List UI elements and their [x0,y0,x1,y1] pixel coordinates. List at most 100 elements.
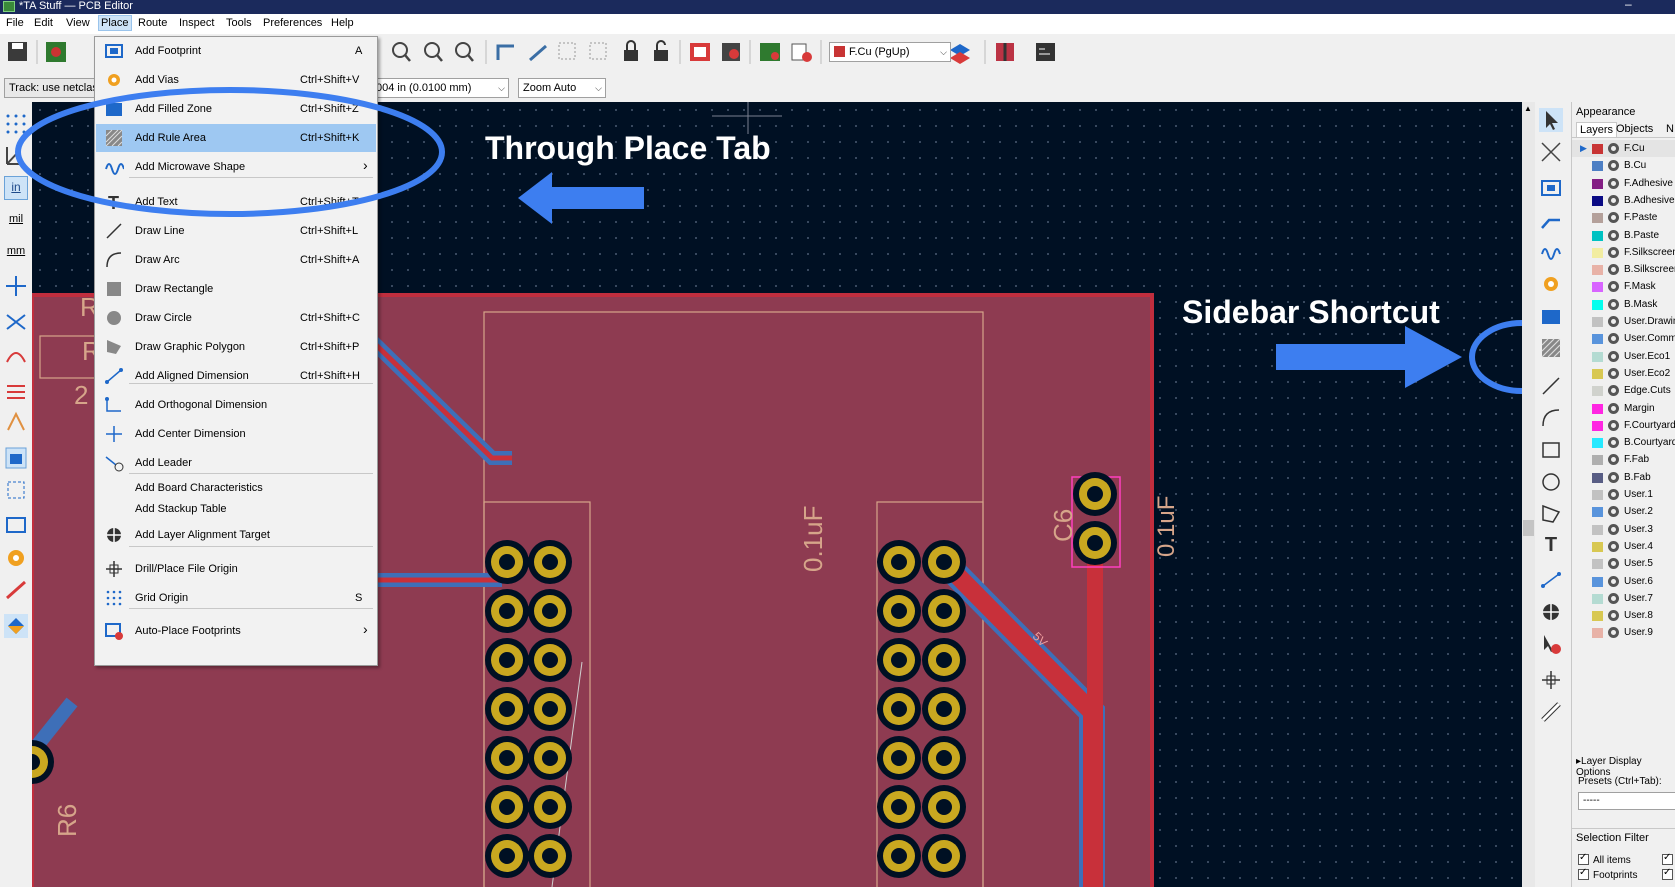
layer-row-user-drawings[interactable]: User.Drawings [1572,313,1675,330]
layer-color-swatch[interactable] [1592,161,1603,172]
layer-row-f-paste[interactable]: F.Paste [1572,209,1675,226]
minimize-button[interactable]: – [1625,0,1632,10]
eye-icon[interactable] [1608,523,1619,535]
presets-select[interactable]: ----- [1578,792,1675,810]
eye-icon[interactable] [1608,454,1619,466]
layer-row-b-mask[interactable]: B.Mask [1572,296,1675,313]
drill-origin-icon[interactable] [1539,668,1563,692]
eye-icon[interactable] [1608,610,1619,622]
menu-item-add-center-dimension[interactable]: Add Center Dimension [96,420,376,448]
layer-color-swatch[interactable] [1592,611,1603,622]
rule-area-icon[interactable] [1539,336,1563,360]
layer-color-swatch[interactable] [1592,576,1603,587]
eye-icon[interactable] [1608,194,1619,206]
appearance-toggle-icon[interactable] [4,614,28,638]
menu-item-add-rule-area[interactable]: Add Rule Area Ctrl+Shift+K [96,124,376,152]
draw-polygon-icon[interactable] [1539,502,1563,526]
menu-preferences[interactable]: Preferences [263,17,322,29]
track-display-icon[interactable] [4,578,28,602]
layer-pair-icon[interactable] [950,44,970,64]
layer-row-user-6[interactable]: User.6 [1572,573,1675,590]
draw-line-icon[interactable] [1539,374,1563,398]
layer-row-b-silkscreen[interactable]: B.Silkscreen [1572,261,1675,278]
layer-row-f-fab[interactable]: F.Fab [1572,451,1675,468]
layer-color-swatch[interactable] [1592,282,1603,293]
tab-objects[interactable]: Objects [1616,123,1653,135]
zoom-out-icon[interactable] [424,42,443,62]
menu-item-add-orthogonal-dimension[interactable]: Add Orthogonal Dimension [96,391,376,419]
highlight-net-icon[interactable] [1539,140,1563,164]
layer-row-f-mask[interactable]: F.Mask [1572,278,1675,295]
draw-circle-icon[interactable] [1539,470,1563,494]
rotate-ccw-icon[interactable] [496,44,514,60]
eye-icon[interactable] [1608,212,1619,224]
tab-nets[interactable]: N [1666,123,1674,135]
layer-color-swatch[interactable] [1592,299,1603,310]
layer-row-user-4[interactable]: User.4 [1572,538,1675,555]
menu-item-add-footprint[interactable]: Add Footprint A [96,37,376,65]
filter-footprints[interactable]: Footprints [1578,867,1637,881]
eye-icon[interactable] [1608,160,1619,172]
layer-row-user-comments[interactable]: User.Comments [1572,330,1675,347]
measure-tool-icon[interactable] [1539,700,1563,724]
layer-color-swatch[interactable] [1592,247,1603,258]
menu-item-add-text[interactable]: T Add Text Ctrl+Shift+T [96,188,376,216]
zoom-in-icon[interactable] [392,42,411,62]
add-text-icon[interactable]: T [1539,534,1563,558]
draw-arc-icon[interactable] [1539,406,1563,430]
drc-icon[interactable] [690,43,710,61]
net-color-icon[interactable] [4,410,28,434]
layer-color-swatch[interactable] [1592,368,1603,379]
menu-item-add-filled-zone[interactable]: Add Filled Zone Ctrl+Shift+Z [96,95,376,123]
layer-color-swatch[interactable] [1592,524,1603,535]
layer-color-swatch[interactable] [1592,386,1603,397]
menu-item-draw-graphic-polygon[interactable]: Draw Graphic Polygon Ctrl+Shift+P [96,333,376,361]
layer-color-swatch[interactable] [1592,628,1603,639]
eye-icon[interactable] [1608,437,1619,449]
layer-color-swatch[interactable] [1592,334,1603,345]
checkbox[interactable] [1578,852,1589,865]
layer-row-b-adhesive[interactable]: B.Adhesive [1572,192,1675,209]
high-contrast-icon[interactable] [4,378,28,402]
cursor-crosshair-icon[interactable] [4,274,28,298]
menu-inspect[interactable]: Inspect [179,17,214,29]
scroll-up-icon[interactable]: ▲ [1524,104,1532,113]
eye-icon[interactable] [1608,558,1619,570]
layer-color-swatch[interactable] [1592,420,1603,431]
curved-ratsnest-icon[interactable] [4,342,28,366]
layer-color-swatch[interactable] [1592,178,1603,189]
footprint-editor-icon[interactable] [996,43,1014,61]
layer-color-swatch[interactable] [1592,195,1603,206]
layer-row-user-7[interactable]: User.7 [1572,590,1675,607]
polar-coords-icon[interactable] [4,144,28,168]
layer-color-swatch[interactable] [1592,265,1603,276]
eye-icon[interactable] [1608,246,1619,258]
eye-icon[interactable] [1608,367,1619,379]
layer-select[interactable]: F.Cu (PgUp) ⌵ [829,42,951,62]
zoom-select[interactable]: Zoom Auto ⌵ [518,78,606,98]
layer-row-f-cu[interactable]: ▶ F.Cu [1572,140,1675,157]
layer-color-swatch[interactable] [1592,438,1603,449]
eye-icon[interactable] [1608,177,1619,189]
layer-row-user-1[interactable]: User.1 [1572,486,1675,503]
layer-display-options[interactable]: ▸Layer Display Options [1576,756,1675,778]
filter-all-items[interactable]: All items [1578,852,1631,866]
layer-row-b-courtyard[interactable]: B.Courtyard [1572,434,1675,451]
rotate-cw-icon[interactable] [529,44,547,62]
menu-item-add-vias[interactable]: Add Vias Ctrl+Shift+V [96,66,376,94]
pad-display-icon[interactable] [4,512,28,536]
units-mils-button[interactable]: mil [4,208,28,232]
route-track-icon[interactable] [1539,208,1563,232]
layer-row-margin[interactable]: Margin [1572,400,1675,417]
eye-icon[interactable] [1608,264,1619,276]
update-pcb-icon[interactable] [760,43,780,61]
menu-help[interactable]: Help [331,17,354,29]
menu-item-auto-place-footprints[interactable]: Auto-Place Footprints › [96,617,376,645]
menu-item-draw-circle[interactable]: Draw Circle Ctrl+Shift+C [96,304,376,332]
canvas-vertical-scrollbar[interactable]: ▲ [1522,102,1535,887]
layer-color-swatch[interactable] [1592,472,1603,483]
menu-item-add-layer-alignment-target[interactable]: Add Layer Alignment Target [96,521,376,549]
menu-item-draw-arc[interactable]: Draw Arc Ctrl+Shift+A [96,246,376,274]
via-display-icon[interactable] [4,546,28,570]
add-footprint-icon[interactable] [1539,176,1563,200]
